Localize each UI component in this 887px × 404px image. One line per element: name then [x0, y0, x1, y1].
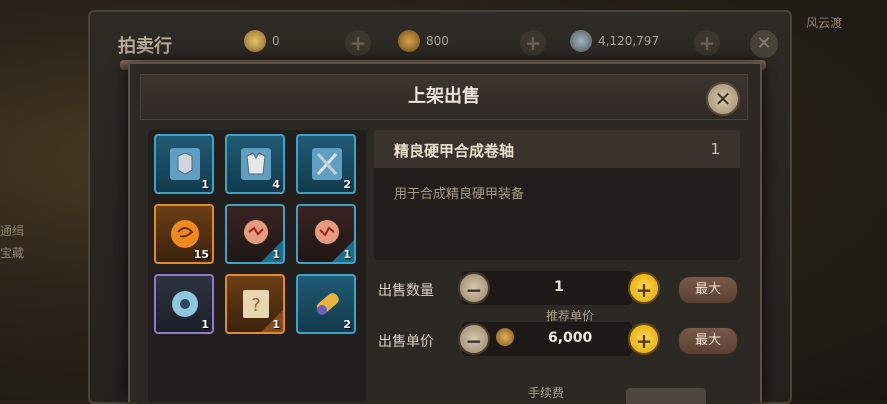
- inventory-slot[interactable]: 1: [225, 204, 285, 264]
- inventory-slot[interactable]: 2: [296, 134, 356, 194]
- add-ingot-button[interactable]: +: [345, 30, 371, 56]
- inventory-grid: 1 4 2 15 1 1 1 ? 1 2: [148, 130, 366, 402]
- svg-text:?: ?: [251, 295, 261, 316]
- gold-coin-icon: [398, 30, 420, 52]
- item-count: 15: [193, 248, 209, 261]
- side-label-top: 风云渡: [806, 16, 843, 30]
- side-label-left-2: 宝藏: [0, 246, 25, 260]
- orange-orb-icon: [171, 220, 199, 248]
- increase-quantity-button[interactable]: +: [628, 272, 660, 304]
- add-coin-button[interactable]: +: [520, 30, 546, 56]
- fee-label: 手续费: [528, 386, 565, 400]
- confirm-sell-button[interactable]: [626, 388, 706, 404]
- item-quantity: 1: [710, 140, 720, 158]
- max-price-button[interactable]: 最大: [678, 327, 738, 355]
- item-count: 1: [272, 318, 280, 331]
- inventory-slot[interactable]: 2: [296, 274, 356, 334]
- sell-quantity-label: 出售数量: [378, 283, 434, 299]
- item-count: 1: [343, 248, 351, 261]
- inventory-slot[interactable]: 15: [154, 204, 214, 264]
- dialog-close-button[interactable]: ✕: [706, 82, 740, 116]
- increase-price-button[interactable]: +: [628, 323, 660, 355]
- blue-ring-icon: [172, 291, 198, 317]
- max-quantity-button[interactable]: 最大: [678, 276, 738, 304]
- inventory-slot[interactable]: ? 1: [225, 274, 285, 334]
- dialog-header: 上架出售: [140, 74, 748, 120]
- side-label-left: 通缉: [0, 224, 25, 238]
- item-count: 1: [201, 318, 209, 331]
- auction-house-title: 拍卖行: [118, 36, 172, 57]
- inventory-slot[interactable]: 1: [296, 204, 356, 264]
- inventory-slot[interactable]: 1: [154, 274, 214, 334]
- silver-value: 4,120,797: [598, 34, 660, 48]
- item-info-header: 精良硬甲合成卷轴 1: [374, 130, 740, 168]
- decrease-price-button[interactable]: −: [458, 323, 490, 355]
- gold-cannon-icon: [316, 293, 339, 315]
- item-count: 2: [343, 178, 351, 191]
- inventory-slot[interactable]: 1: [154, 134, 214, 194]
- item-count: 1: [201, 178, 209, 191]
- armor-scroll-icon: [170, 148, 200, 180]
- quantity-value: 1: [554, 279, 564, 295]
- gold-coin-icon: [496, 328, 514, 346]
- sell-price-label: 出售单价: [378, 334, 434, 350]
- auction-close-button[interactable]: ✕: [750, 30, 778, 58]
- currency-ingot: 0: [244, 30, 280, 52]
- add-silver-button[interactable]: +: [694, 30, 720, 56]
- sell-dialog: 上架出售 ✕ 1 4 2 15 1 1 1 ? 1 2 精良硬甲合成卷轴 1 用…: [128, 62, 762, 404]
- item-name: 精良硬甲合成卷轴: [394, 142, 515, 160]
- currency-coin: 800: [398, 30, 449, 52]
- swords-scroll-icon: [312, 148, 342, 180]
- decrease-quantity-button[interactable]: −: [458, 272, 490, 304]
- dialog-title: 上架出售: [408, 86, 480, 107]
- inventory-slot[interactable]: 4: [225, 134, 285, 194]
- robe-scroll-icon: [241, 148, 271, 180]
- item-description: 用于合成精良硬甲装备: [394, 187, 525, 202]
- item-count: 2: [343, 318, 351, 331]
- price-value: 6,000: [548, 330, 593, 346]
- ingot-value: 0: [272, 34, 280, 48]
- item-count: 1: [272, 248, 280, 261]
- item-count: 4: [272, 178, 280, 191]
- silver-coin-icon: [570, 30, 592, 52]
- currency-silver: 4,120,797: [570, 30, 659, 52]
- coin-value: 800: [426, 34, 449, 48]
- item-info-panel: 精良硬甲合成卷轴 1 用于合成精良硬甲装备: [374, 130, 740, 260]
- gold-ingot-icon: [244, 30, 266, 52]
